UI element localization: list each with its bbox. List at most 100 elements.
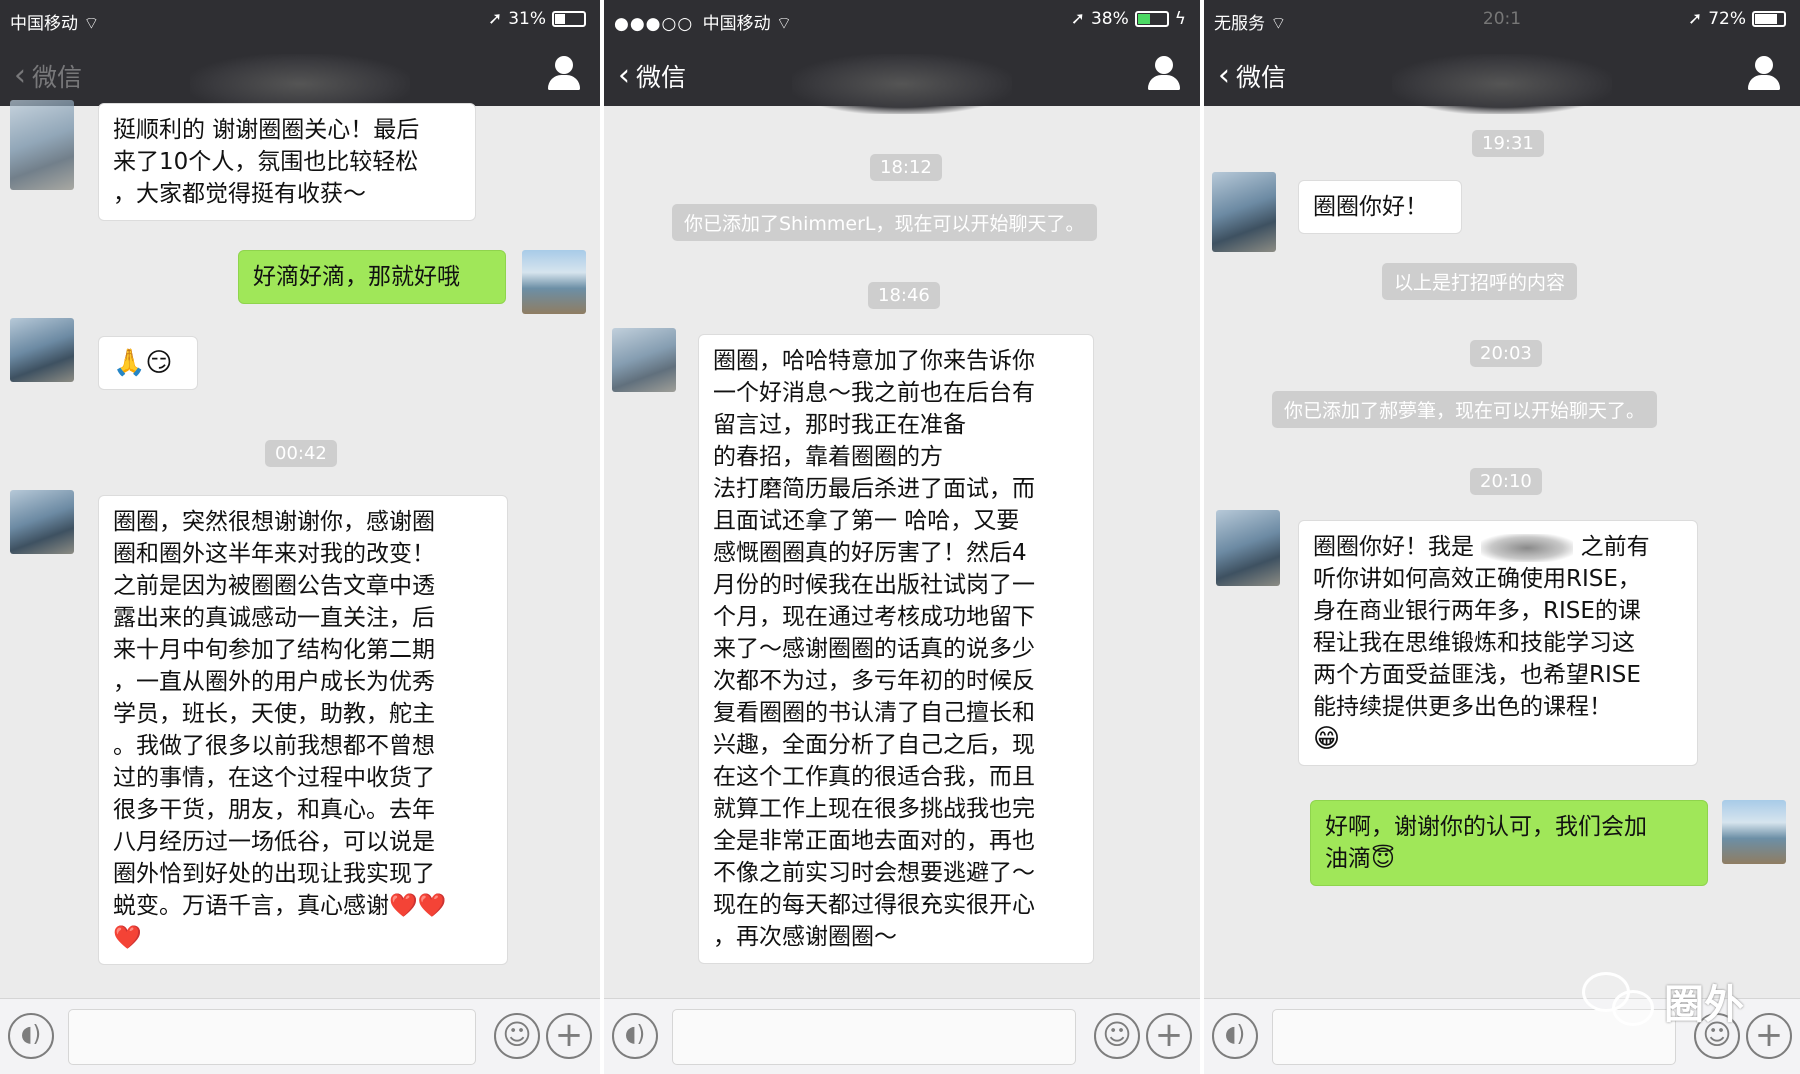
- message-line: 挺顺利的 谢谢圈圈关心！最后: [113, 117, 420, 143]
- message-line: 就算工作上现在很多挑战我也完: [713, 796, 1035, 822]
- message-line: 油滴😇: [1325, 846, 1395, 872]
- profile-icon[interactable]: [1146, 54, 1182, 92]
- emoji-icon[interactable]: ☺: [1094, 1013, 1140, 1059]
- battery-icon: [552, 11, 586, 27]
- timestamp: 00:42: [265, 440, 337, 467]
- timestamp: 20:10: [1470, 468, 1542, 495]
- message-line: 感慨圈圈真的好厉害了！然后4: [713, 540, 1027, 566]
- profile-icon[interactable]: [1746, 54, 1782, 92]
- system-message: 你已添加了郝夢筆，现在可以开始聊天了。: [1272, 391, 1658, 428]
- message-line: 圈圈，突然很想谢谢你，感谢圈: [113, 509, 435, 535]
- message-line: 学员，班长，天使，助教，舵主: [113, 701, 435, 727]
- message-line: 程让我在思维锻炼和技能学习这: [1313, 630, 1635, 656]
- timestamp: 18:12: [870, 154, 942, 181]
- avatar-self[interactable]: [1722, 800, 1786, 864]
- chevron-left-icon: ‹: [14, 58, 26, 93]
- message-fragment: 之前有: [1580, 534, 1650, 560]
- plus-icon[interactable]: +: [546, 1013, 592, 1059]
- carrier-name: 中国移动: [10, 14, 78, 34]
- message-bubble-self: 好滴好滴，那就好哦: [238, 250, 506, 304]
- message-bubble: 圈圈你好！我是 之前有 听你讲如何高效正确使用RISE， 身在商业银行两年多，R…: [1298, 520, 1698, 766]
- chat-screenshot-2: ●●●○○ 中国移动 ⌔ ➚ 38% ϟ ‹ 微信 18:12 你已添加了Shi…: [604, 0, 1200, 1074]
- message-line: 露出来的真诚感动一直关注，后: [113, 605, 435, 631]
- watermark-text: 圈外: [1664, 982, 1744, 1028]
- status-bar: 中国移动 ⌔ ➚ 31%: [0, 0, 600, 40]
- message-input[interactable]: [672, 1009, 1076, 1065]
- message-input[interactable]: [68, 1009, 476, 1065]
- message-line: ，大家都觉得挺有收获～: [113, 181, 366, 207]
- message-line: 好啊，谢谢你的认可，我们会加: [1325, 814, 1647, 840]
- message-line: 复看圈圈的书认清了自己擅长和: [713, 700, 1035, 726]
- message-line: 圈圈你好！: [1313, 194, 1428, 220]
- message-line: ，再次感谢圈圈～: [713, 924, 897, 950]
- voice-icon[interactable]: ◖): [1212, 1013, 1258, 1059]
- message-line: 能持续提供更多出色的课程！: [1313, 694, 1612, 720]
- chevron-left-icon: ‹: [618, 58, 630, 93]
- emoji-message: 🙏😏: [113, 348, 173, 378]
- avatar-self[interactable]: [522, 250, 586, 314]
- emoji-icon[interactable]: ☺: [494, 1013, 540, 1059]
- battery-percent: 72%: [1708, 9, 1746, 29]
- status-bar: ●●●○○ 中国移动 ⌔ ➚ 38% ϟ: [604, 0, 1200, 40]
- message-line: 好滴好滴，那就好哦: [253, 264, 460, 290]
- avatar[interactable]: [10, 318, 74, 382]
- message-line: 圈圈，哈哈特意加了你来告诉你: [713, 348, 1035, 374]
- message-line: 次都不为过，多亏年初的时候反: [713, 668, 1035, 694]
- avatar[interactable]: [1212, 172, 1276, 252]
- input-bar: ◖) ☺ +: [0, 998, 600, 1074]
- plus-icon[interactable]: +: [1146, 1013, 1192, 1059]
- watermark: 圈外: [1582, 972, 1744, 1030]
- message-line: 月份的时候我在出版社试岗了一: [713, 572, 1035, 598]
- location-icon: ➚: [487, 9, 503, 29]
- voice-icon[interactable]: ◖): [612, 1013, 658, 1059]
- message-bubble: 圈圈你好！: [1298, 180, 1462, 234]
- voice-icon[interactable]: ◖): [8, 1013, 54, 1059]
- signal-strength: ●●●○○: [614, 14, 694, 34]
- message-line: 圈圈你好！我是 之前有: [1313, 531, 1683, 563]
- status-right: ➚ 31%: [488, 9, 586, 29]
- back-button[interactable]: ‹ 微信: [14, 58, 82, 94]
- battery-percent: 31%: [508, 9, 546, 29]
- message-line: 不像之前实习时会想要逃避了～: [713, 860, 1035, 886]
- timestamp: 18:46: [868, 282, 940, 309]
- message-line: 八月经历过一场低谷，可以说是: [113, 829, 435, 855]
- message-line: 来十月中旬参加了结构化第二期: [113, 637, 435, 663]
- carrier-label: 中国移动 ⌔: [10, 9, 99, 34]
- nav-bar: ‹ 微信: [0, 40, 600, 114]
- system-message: 以上是打招呼的内容: [1382, 263, 1578, 300]
- location-icon: ➚: [1070, 9, 1085, 29]
- avatar[interactable]: [10, 100, 74, 190]
- message-line: 之前是因为被圈圈公告文章中透: [113, 573, 435, 599]
- back-label: 微信: [32, 63, 83, 92]
- redacted-name: [1481, 533, 1574, 562]
- message-line: 兴趣，全面分析了自己之后，现: [713, 732, 1035, 758]
- plus-icon[interactable]: +: [1746, 1013, 1792, 1059]
- message-line: 法打磨简历最后杀进了面试，而: [713, 476, 1035, 502]
- status-right: ➚ 38% ϟ: [1071, 9, 1186, 29]
- message-line: 留言过，那时我正在准备: [713, 412, 966, 438]
- avatar[interactable]: [612, 328, 676, 392]
- message-line: 的春招，靠着圈圈的方: [713, 444, 943, 470]
- back-button[interactable]: ‹ 微信: [618, 58, 686, 94]
- profile-icon[interactable]: [546, 54, 582, 92]
- timestamp: 20:03: [1470, 340, 1542, 367]
- message-line: ，一直从圈外的用户成长为优秀: [113, 669, 435, 695]
- avatar[interactable]: [1216, 510, 1280, 586]
- location-icon: ➚: [1687, 9, 1703, 29]
- back-label: 微信: [636, 63, 687, 92]
- timestamp: 19:31: [1472, 130, 1544, 157]
- wifi-icon: ⌔: [83, 14, 100, 34]
- message-line: 圈外恰到好处的出现让我实现了: [113, 861, 435, 887]
- back-label: 微信: [1236, 63, 1287, 92]
- status-right: ➚ 72%: [1688, 9, 1786, 29]
- battery-percent: 38%: [1090, 9, 1129, 29]
- battery-icon: [1134, 11, 1169, 27]
- back-button[interactable]: ‹ 微信: [1218, 58, 1286, 94]
- avatar[interactable]: [10, 490, 74, 554]
- message-line: 圈和圈外这半年来对我的改变！: [113, 541, 435, 567]
- wechat-logo-icon: [1582, 972, 1656, 1030]
- message-bubble: 圈圈，哈哈特意加了你来告诉你 一个好消息～我之前也在后台有 留言过，那时我正在准…: [698, 334, 1094, 964]
- message-line: 听你讲如何高效正确使用RISE，: [1313, 566, 1641, 592]
- message-line: 在这个工作真的很适合我，而且: [713, 764, 1035, 790]
- message-line: 个月，现在通过考核成功地留下: [713, 604, 1035, 630]
